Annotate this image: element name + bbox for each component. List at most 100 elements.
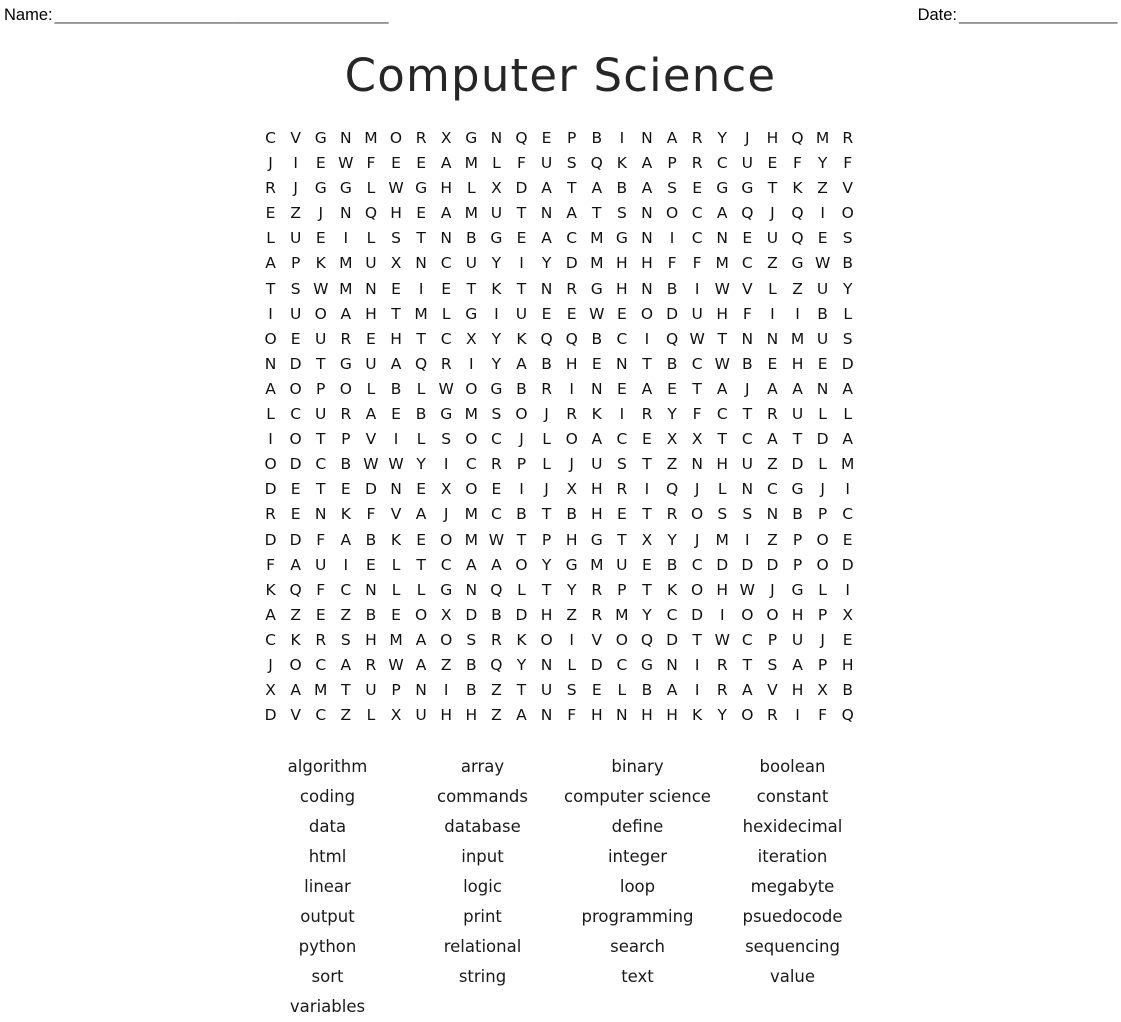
- grid-cell[interactable]: Z: [283, 603, 308, 628]
- grid-cell[interactable]: D: [283, 452, 308, 477]
- grid-cell[interactable]: O: [283, 653, 308, 678]
- grid-cell[interactable]: A: [785, 653, 810, 678]
- grid-cell[interactable]: K: [333, 502, 358, 527]
- grid-cell[interactable]: U: [609, 553, 634, 578]
- grid-cell[interactable]: B: [660, 277, 685, 302]
- grid-cell[interactable]: O: [685, 578, 710, 603]
- grid-cell[interactable]: E: [409, 151, 434, 176]
- grid-cell[interactable]: J: [258, 151, 283, 176]
- grid-cell[interactable]: H: [434, 703, 459, 728]
- grid-cell[interactable]: S: [835, 226, 860, 251]
- grid-cell[interactable]: E: [534, 126, 559, 151]
- grid-cell[interactable]: Q: [584, 151, 609, 176]
- grid-cell[interactable]: T: [685, 628, 710, 653]
- grid-cell[interactable]: C: [710, 402, 735, 427]
- grid-cell[interactable]: E: [609, 377, 634, 402]
- grid-cell[interactable]: A: [760, 377, 785, 402]
- grid-cell[interactable]: N: [409, 251, 434, 276]
- grid-cell[interactable]: A: [409, 628, 434, 653]
- grid-cell[interactable]: N: [735, 327, 760, 352]
- grid-cell[interactable]: A: [509, 352, 534, 377]
- grid-cell[interactable]: S: [735, 502, 760, 527]
- word-list-item[interactable]: algorithm: [250, 752, 405, 782]
- grid-cell[interactable]: G: [634, 653, 659, 678]
- grid-cell[interactable]: B: [559, 502, 584, 527]
- grid-cell[interactable]: I: [835, 578, 860, 603]
- word-list-item[interactable]: sequencing: [715, 932, 870, 962]
- grid-cell[interactable]: R: [534, 377, 559, 402]
- grid-cell[interactable]: K: [308, 251, 333, 276]
- grid-cell[interactable]: O: [258, 327, 283, 352]
- grid-cell[interactable]: U: [810, 277, 835, 302]
- grid-cell[interactable]: R: [660, 502, 685, 527]
- grid-cell[interactable]: E: [434, 277, 459, 302]
- grid-cell[interactable]: D: [283, 528, 308, 553]
- grid-cell[interactable]: Y: [484, 251, 509, 276]
- grid-cell[interactable]: O: [333, 377, 358, 402]
- word-list-item[interactable]: binary: [560, 752, 715, 782]
- grid-cell[interactable]: Y: [484, 327, 509, 352]
- grid-cell[interactable]: U: [584, 452, 609, 477]
- grid-cell[interactable]: Y: [509, 653, 534, 678]
- grid-cell[interactable]: E: [409, 201, 434, 226]
- grid-cell[interactable]: M: [609, 603, 634, 628]
- grid-cell[interactable]: J: [760, 201, 785, 226]
- grid-cell[interactable]: N: [634, 126, 659, 151]
- grid-cell[interactable]: A: [584, 176, 609, 201]
- grid-cell[interactable]: Q: [283, 578, 308, 603]
- grid-cell[interactable]: Y: [835, 277, 860, 302]
- grid-cell[interactable]: M: [383, 628, 408, 653]
- grid-cell[interactable]: D: [710, 553, 735, 578]
- grid-cell[interactable]: L: [810, 578, 835, 603]
- grid-cell[interactable]: Z: [484, 703, 509, 728]
- grid-cell[interactable]: E: [660, 377, 685, 402]
- grid-cell[interactable]: U: [283, 302, 308, 327]
- grid-cell[interactable]: K: [258, 578, 283, 603]
- grid-cell[interactable]: Q: [484, 653, 509, 678]
- grid-cell[interactable]: X: [258, 678, 283, 703]
- grid-cell[interactable]: E: [509, 226, 534, 251]
- grid-cell[interactable]: T: [409, 226, 434, 251]
- grid-cell[interactable]: C: [258, 628, 283, 653]
- word-list-item[interactable]: programming: [560, 902, 715, 932]
- grid-cell[interactable]: I: [810, 201, 835, 226]
- grid-cell[interactable]: K: [484, 277, 509, 302]
- grid-cell[interactable]: U: [484, 201, 509, 226]
- grid-cell[interactable]: B: [584, 327, 609, 352]
- grid-cell[interactable]: A: [333, 302, 358, 327]
- grid-cell[interactable]: T: [383, 302, 408, 327]
- grid-cell[interactable]: A: [358, 402, 383, 427]
- grid-cell[interactable]: B: [634, 678, 659, 703]
- grid-cell[interactable]: T: [534, 578, 559, 603]
- grid-cell[interactable]: C: [308, 703, 333, 728]
- grid-cell[interactable]: I: [559, 628, 584, 653]
- grid-cell[interactable]: J: [735, 377, 760, 402]
- grid-cell[interactable]: P: [308, 377, 333, 402]
- grid-cell[interactable]: R: [333, 327, 358, 352]
- grid-cell[interactable]: L: [358, 176, 383, 201]
- grid-cell[interactable]: T: [333, 678, 358, 703]
- grid-cell[interactable]: C: [685, 201, 710, 226]
- grid-cell[interactable]: T: [308, 352, 333, 377]
- word-search-grid[interactable]: CVGNMORXGNQEPBINARYJHQMRJIEWFEEAMLFUSQKA…: [258, 126, 866, 728]
- grid-cell[interactable]: Q: [358, 201, 383, 226]
- grid-cell[interactable]: R: [584, 578, 609, 603]
- grid-cell[interactable]: W: [735, 578, 760, 603]
- grid-cell[interactable]: E: [584, 678, 609, 703]
- grid-cell[interactable]: E: [409, 477, 434, 502]
- grid-cell[interactable]: X: [810, 678, 835, 703]
- grid-cell[interactable]: E: [484, 477, 509, 502]
- grid-cell[interactable]: U: [358, 678, 383, 703]
- grid-cell[interactable]: W: [383, 452, 408, 477]
- grid-cell[interactable]: E: [584, 352, 609, 377]
- grid-cell[interactable]: R: [609, 477, 634, 502]
- grid-cell[interactable]: G: [484, 377, 509, 402]
- grid-cell[interactable]: H: [785, 352, 810, 377]
- word-list-item[interactable]: python: [250, 932, 405, 962]
- grid-cell[interactable]: G: [609, 226, 634, 251]
- grid-cell[interactable]: Z: [484, 678, 509, 703]
- grid-cell[interactable]: M: [459, 402, 484, 427]
- grid-cell[interactable]: Z: [333, 603, 358, 628]
- grid-cell[interactable]: Y: [409, 452, 434, 477]
- grid-cell[interactable]: T: [308, 427, 333, 452]
